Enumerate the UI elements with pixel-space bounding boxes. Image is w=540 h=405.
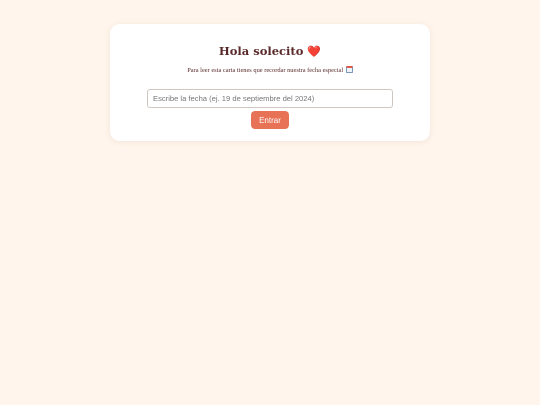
card-title-text: Hola solecito: [218, 44, 304, 58]
date-input[interactable]: [147, 89, 393, 108]
card-subtitle: Para leer esta carta tienes que recordar…: [110, 66, 430, 74]
card-subtitle-text: Para leer esta carta tienes que recordar…: [187, 67, 344, 74]
login-card: Hola solecito ❤️ Para leer esta carta ti…: [110, 24, 430, 141]
calendar-icon: [345, 66, 353, 73]
card-title: Hola solecito ❤️: [110, 44, 430, 58]
heart-icon: ❤️: [307, 45, 322, 58]
enter-button[interactable]: Entrar: [251, 111, 289, 129]
